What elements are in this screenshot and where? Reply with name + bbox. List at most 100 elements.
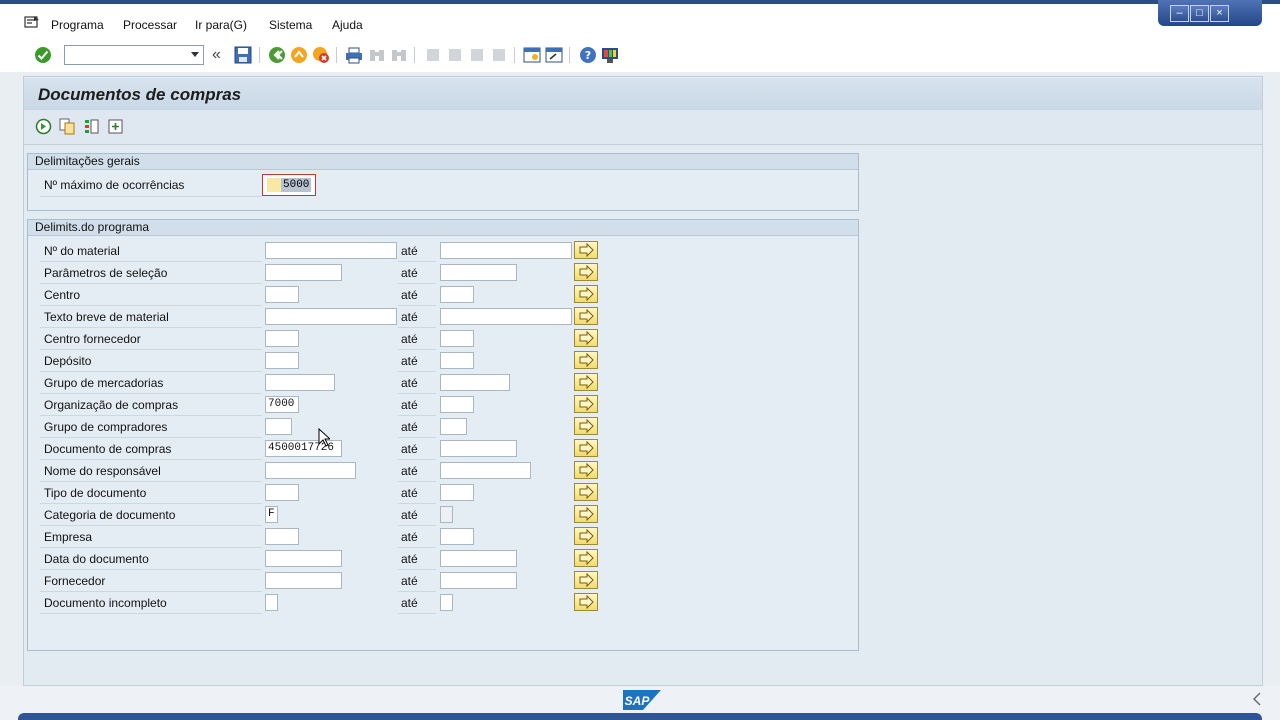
multiple-selection-button[interactable] [574, 285, 598, 303]
selection-to-field[interactable] [440, 462, 531, 479]
selection-to-field[interactable] [440, 550, 517, 567]
arrow-right-icon [575, 330, 597, 349]
selection-to-field[interactable] [440, 594, 453, 611]
arrow-right-icon [575, 484, 597, 503]
multiple-selection-button[interactable] [574, 241, 598, 259]
row-underline [40, 415, 262, 416]
multiple-selection-button[interactable] [574, 263, 598, 281]
multiple-selection-button[interactable] [574, 571, 598, 589]
cancel-icon[interactable] [312, 46, 330, 64]
selection-from-field[interactable] [265, 286, 299, 303]
exit-icon[interactable] [290, 46, 308, 64]
row-underline [398, 261, 436, 262]
ate-label: até [401, 376, 418, 390]
multiple-selection-button[interactable] [574, 417, 598, 435]
double-left-arrow-icon[interactable]: « [212, 46, 230, 64]
multiple-selection-button[interactable] [574, 307, 598, 325]
menu-ir-para[interactable]: Ir para(G) [195, 18, 247, 32]
menu-icon[interactable] [24, 15, 40, 32]
multiple-selection-button[interactable] [574, 351, 598, 369]
selection-from-field[interactable] [265, 462, 356, 479]
max-occurrences-field[interactable]: 5000 [262, 174, 316, 196]
selection-to-field[interactable] [440, 440, 517, 457]
selection-from-field[interactable] [265, 330, 299, 347]
selection-to-field[interactable] [440, 264, 517, 281]
menu-programa[interactable]: Programa [51, 18, 104, 32]
row-underline [398, 327, 436, 328]
selection-from-field[interactable]: 7000 [265, 396, 299, 413]
selection-to-field[interactable] [440, 396, 474, 413]
selection-to-field[interactable] [440, 352, 474, 369]
selection-to-field[interactable] [440, 506, 453, 523]
multiple-selection-button[interactable] [574, 593, 598, 611]
help-icon[interactable]: ? [579, 46, 597, 64]
selection-from-field[interactable] [265, 528, 299, 545]
command-field[interactable] [64, 45, 204, 65]
chevron-down-icon[interactable] [191, 52, 199, 57]
menu-processar[interactable]: Processar [123, 18, 177, 32]
selection-to-field[interactable] [440, 308, 572, 325]
next-page-icon [468, 46, 486, 64]
selection-to-field[interactable] [440, 418, 467, 435]
row-underline [40, 349, 262, 350]
toolbar-separator [514, 47, 515, 63]
selection-to-field[interactable] [440, 330, 474, 347]
selection-to-field[interactable] [440, 528, 474, 545]
selection-from-field[interactable] [265, 418, 292, 435]
row-underline [398, 283, 436, 284]
variant-icon[interactable] [59, 118, 76, 138]
selection-from-field[interactable] [265, 264, 342, 281]
multiple-selection-button[interactable] [574, 329, 598, 347]
execute-icon[interactable] [35, 118, 52, 138]
selection-from-field[interactable] [265, 594, 278, 611]
selection-from-field[interactable] [265, 374, 335, 391]
multiple-selection-button[interactable] [574, 439, 598, 457]
close-button[interactable]: × [1210, 5, 1229, 22]
multiple-selection-button[interactable] [574, 527, 598, 545]
shortcut-icon[interactable] [545, 46, 563, 64]
multiple-selection-button[interactable] [574, 505, 598, 523]
multiple-selection-button[interactable] [574, 373, 598, 391]
selection-options-icon[interactable] [83, 118, 100, 138]
menu-ajuda[interactable]: Ajuda [332, 18, 363, 32]
back-icon[interactable] [268, 46, 286, 64]
svg-text:?: ? [585, 49, 591, 62]
multiple-selection-button[interactable] [574, 549, 598, 567]
status-bar-toggle-icon[interactable] [1252, 692, 1262, 709]
maximize-button[interactable]: □ [1190, 5, 1209, 22]
selection-to-field[interactable] [440, 484, 474, 501]
selection-row-label: Texto breve de material [44, 310, 169, 324]
customize-layout-icon[interactable] [601, 46, 619, 64]
row-underline [398, 481, 436, 482]
new-session-icon[interactable] [523, 46, 541, 64]
menu-sistema[interactable]: Sistema [269, 18, 312, 32]
selection-from-field[interactable] [265, 484, 299, 501]
row-underline [398, 613, 436, 614]
save-icon[interactable] [234, 46, 252, 64]
selection-to-field[interactable] [440, 572, 517, 589]
selection-from-field[interactable] [265, 550, 342, 567]
selection-from-field[interactable] [265, 242, 397, 259]
minimize-button[interactable]: – [1170, 5, 1189, 22]
selection-from-field[interactable]: F [265, 506, 278, 523]
selection-row-label: Data do documento [44, 552, 149, 566]
window-bottom-edge [18, 713, 1262, 720]
multiple-selection-button[interactable] [574, 395, 598, 413]
dynamic-selections-icon[interactable] [107, 118, 124, 138]
selection-from-field[interactable] [265, 308, 397, 325]
row-underline [398, 415, 436, 416]
selection-from-field[interactable]: 4500017726 [265, 440, 342, 457]
arrow-right-icon [575, 308, 597, 327]
selection-to-field[interactable] [440, 374, 510, 391]
print-icon[interactable] [345, 46, 363, 64]
multiple-selection-button[interactable] [574, 461, 598, 479]
row-underline [398, 503, 436, 504]
selection-to-field[interactable] [440, 286, 474, 303]
selection-to-field[interactable] [440, 242, 572, 259]
selection-from-field[interactable] [265, 572, 342, 589]
selection-from-field[interactable] [265, 352, 299, 369]
selection-row-label: Depósito [44, 354, 92, 368]
enter-check-icon[interactable] [34, 46, 52, 64]
multiple-selection-button[interactable] [574, 483, 598, 501]
application-toolbar [24, 110, 1262, 145]
